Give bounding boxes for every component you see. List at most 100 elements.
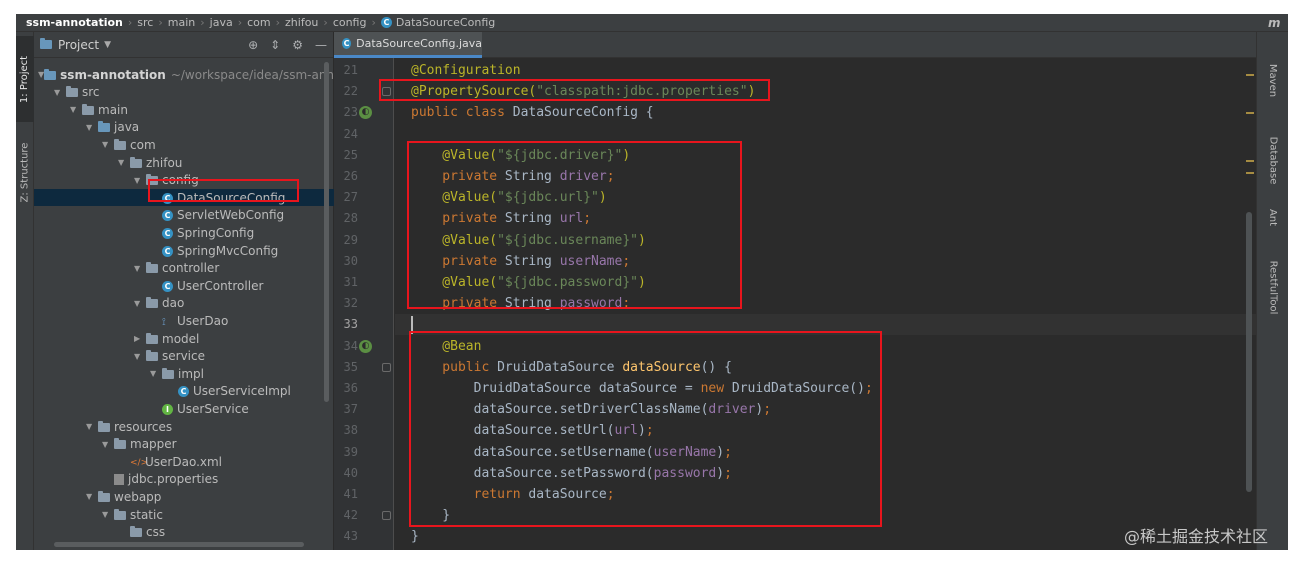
- expand-arrow-icon[interactable]: ▼: [86, 492, 98, 501]
- expand-arrow-icon[interactable]: ▼: [54, 88, 66, 97]
- tree-item-label: css: [146, 525, 166, 540]
- tree-item[interactable]: ▼ impl: [34, 365, 334, 382]
- tree-item[interactable]: ▼ com: [34, 136, 334, 153]
- gear-icon[interactable]: ⚙: [292, 38, 303, 52]
- error-stripe-mark[interactable]: [1246, 172, 1254, 174]
- chevron-down-icon[interactable]: ▼: [104, 40, 111, 50]
- tree-item[interactable]: ▼ main: [34, 101, 334, 118]
- structure-tool-tab-label: Z: Structure: [19, 142, 31, 202]
- error-stripe-mark[interactable]: [1246, 160, 1254, 162]
- code-token: DataSourceConfig {: [512, 105, 654, 121]
- tree-item[interactable]: ▼ mapper: [34, 436, 334, 453]
- tree-item-label: service: [162, 349, 205, 364]
- tree-item[interactable]: C UserServiceImpl: [34, 383, 334, 400]
- tree-item[interactable]: C SpringConfig: [34, 224, 334, 241]
- tree-item[interactable]: </> UserDao.xml: [34, 453, 334, 470]
- project-panel-title[interactable]: Project: [58, 38, 99, 52]
- code-line: public class DataSourceConfig {: [411, 102, 654, 123]
- tree-scrollbar[interactable]: [324, 62, 329, 402]
- tree-item[interactable]: ▼ resources: [34, 418, 334, 435]
- locate-icon[interactable]: ⊕: [248, 38, 258, 52]
- tree-horizontal-scrollbar[interactable]: [54, 542, 304, 547]
- folder-icon: [130, 525, 142, 539]
- spring-bean-icon[interactable]: ◐: [359, 106, 372, 120]
- tree-item-label: webapp: [114, 489, 162, 504]
- breadcrumb-item[interactable]: config: [333, 16, 367, 29]
- ant-tool-tab[interactable]: Ant: [1263, 202, 1283, 232]
- restfultool-tool-tab[interactable]: RestfulTool: [1263, 247, 1283, 327]
- expand-arrow-icon[interactable]: ▼: [150, 369, 162, 378]
- watermark: @稀土掘金技术社区: [1124, 527, 1269, 546]
- tree-item-label: java: [114, 120, 140, 135]
- error-stripe-mark[interactable]: [1246, 74, 1254, 76]
- line-number: 36: [343, 381, 358, 395]
- tree-item-label: impl: [178, 366, 204, 381]
- error-stripe-mark[interactable]: [1246, 112, 1254, 114]
- line-number: 30: [343, 253, 358, 268]
- tree-item[interactable]: ▼ webapp: [34, 488, 334, 505]
- breadcrumb-separator: ›: [371, 16, 376, 29]
- tree-item[interactable]: ▼ zhifou: [34, 154, 334, 171]
- breadcrumb-item[interactable]: com: [247, 16, 271, 29]
- tree-item[interactable]: ▶ model: [34, 330, 334, 347]
- tree-item[interactable]: ▼ dao: [34, 295, 334, 312]
- tree-item[interactable]: ▼ ssm-annotation ~/workspace/idea/ssm-anno: [34, 66, 341, 83]
- tree-item[interactable]: jdbc.properties: [34, 471, 334, 488]
- breadcrumb-item[interactable]: ssm-annotation: [26, 16, 123, 29]
- spring-bean-icon[interactable]: ◐: [359, 339, 372, 353]
- folder-icon: [44, 68, 57, 82]
- tree-item[interactable]: ▼ controller: [34, 260, 334, 277]
- expand-arrow-icon[interactable]: ▼: [134, 176, 146, 185]
- expand-arrow-icon[interactable]: ▼: [86, 123, 98, 132]
- tree-item[interactable]: css: [34, 524, 334, 541]
- expand-arrow-icon[interactable]: ▼: [70, 105, 82, 114]
- expand-arrow-icon[interactable]: ▼: [134, 352, 146, 361]
- folder-icon: [146, 332, 158, 346]
- structure-tool-tab[interactable]: Z: Structure: [16, 132, 34, 212]
- expand-arrow-icon[interactable]: ▼: [102, 510, 114, 519]
- breadcrumb-item[interactable]: java: [210, 16, 233, 29]
- tree-item[interactable]: C UserController: [34, 277, 334, 294]
- line-number: 27: [343, 190, 358, 205]
- breadcrumb-item[interactable]: src: [137, 16, 153, 29]
- breadcrumb-separator: ›: [323, 16, 328, 29]
- breadcrumb-item[interactable]: zhifou: [285, 16, 318, 29]
- expand-arrow-icon[interactable]: ▼: [134, 299, 146, 308]
- folder-icon: [146, 296, 158, 310]
- tree-item[interactable]: ▼ service: [34, 348, 334, 365]
- folder-icon: [130, 156, 142, 170]
- tree-item[interactable]: C ServletWebConfig: [34, 207, 334, 224]
- collapse-arrow-icon[interactable]: ▶: [134, 334, 146, 343]
- project-tool-tab[interactable]: 1: Project: [16, 36, 34, 122]
- breadcrumb-separator: ›: [275, 16, 281, 29]
- tree-item[interactable]: ▼ static: [34, 506, 334, 523]
- editor-scrollbar[interactable]: [1246, 212, 1252, 492]
- minimize-icon[interactable]: —: [315, 38, 327, 52]
- expand-arrow-icon[interactable]: ▼: [134, 264, 146, 273]
- tree-item[interactable]: ▼ src: [34, 84, 334, 101]
- collapse-icon[interactable]: ⇕: [270, 38, 280, 52]
- expand-arrow-icon[interactable]: ▼: [102, 440, 114, 449]
- xml-file-icon: </>: [130, 458, 149, 469]
- highlight-box-value-fields: [407, 141, 742, 309]
- expand-arrow-icon[interactable]: ▼: [102, 140, 114, 149]
- line-number: 39: [343, 444, 358, 459]
- line-number: 23: [343, 105, 358, 120]
- line-number: 25: [343, 147, 358, 162]
- tree-item[interactable]: C SpringMvcConfig: [34, 242, 334, 259]
- editor-tab[interactable]: C DataSourceConfig.java: [334, 32, 482, 58]
- folder-icon: [98, 120, 110, 134]
- expand-arrow-icon[interactable]: ▼: [118, 158, 130, 167]
- maven-tool-tab[interactable]: Maven: [1263, 50, 1283, 110]
- folder-icon: [114, 437, 126, 451]
- tree-item[interactable]: ▼ java: [34, 119, 334, 136]
- tree-item[interactable]: ⟟ UserDao: [34, 312, 334, 329]
- expand-arrow-icon[interactable]: ▼: [86, 422, 98, 431]
- fold-marker-icon[interactable]: [382, 511, 391, 521]
- breadcrumb-item[interactable]: main: [168, 16, 195, 29]
- database-tool-tab[interactable]: Database: [1263, 120, 1283, 200]
- class-icon: C: [162, 226, 173, 240]
- breadcrumb-current-file[interactable]: DataSourceConfig: [396, 16, 495, 29]
- fold-marker-icon[interactable]: [382, 362, 391, 372]
- tree-item[interactable]: I UserService: [34, 400, 334, 417]
